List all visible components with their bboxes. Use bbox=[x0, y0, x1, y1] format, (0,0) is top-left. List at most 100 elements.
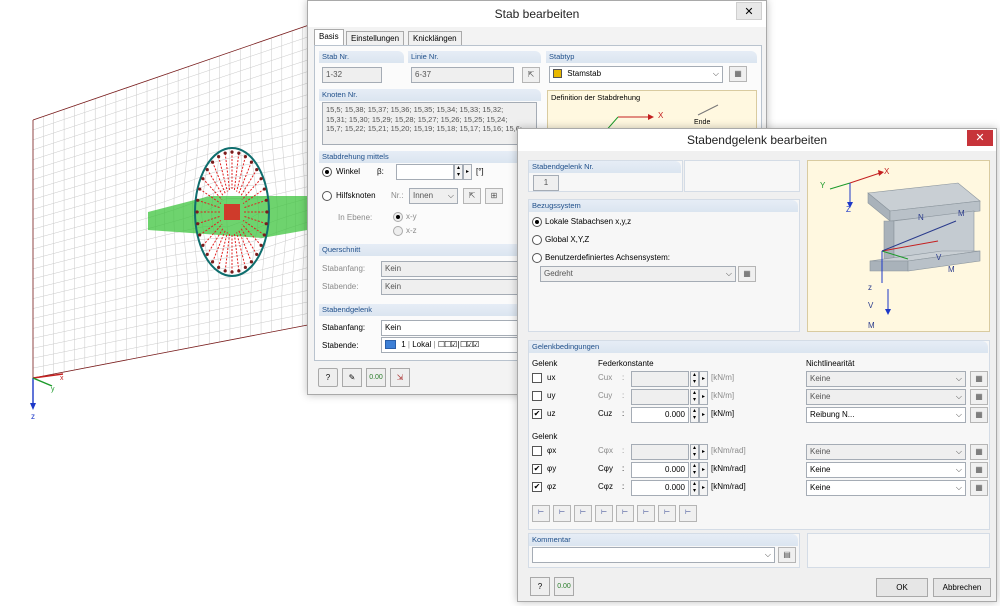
release-φz-checkbox[interactable]: ✔ bbox=[532, 482, 542, 492]
hinge-node bbox=[264, 222, 268, 226]
linie-pick-button[interactable]: ⇱ bbox=[522, 67, 540, 83]
spring-uy-spinner: ▴ ▾ bbox=[690, 389, 699, 405]
benutzer-radio[interactable] bbox=[532, 253, 542, 263]
knoten-line-3: 15,7; 15,22; 15,21; 15,20; 15,19; 15,18;… bbox=[326, 124, 522, 133]
nonlinearity-φx-edit-button: ▦ bbox=[970, 444, 988, 460]
release-preset-3-button[interactable]: ⊢ bbox=[574, 505, 592, 522]
spring-φy-unit: [kNm/rad] bbox=[711, 464, 746, 473]
gedreht-value: Gedreht bbox=[544, 269, 573, 278]
nonlinearity-uz-select[interactable]: Reibung N... ⌵ bbox=[806, 407, 966, 423]
spring-φz-input[interactable]: 0.000 bbox=[631, 480, 689, 496]
nonlinearity-φz-select[interactable]: Keine ⌵ bbox=[806, 480, 966, 496]
qs-stabende-label: Stabende: bbox=[322, 282, 359, 291]
kommentar-side-panel bbox=[807, 533, 990, 568]
gelenk-dialog-title: Stabendgelenk bearbeiten bbox=[518, 129, 996, 151]
release-φy-checkbox[interactable]: ✔ bbox=[532, 464, 542, 474]
stabtyp-value: Stamstab bbox=[567, 69, 602, 78]
spring-φx-spinner: ▴ ▾ bbox=[690, 444, 699, 460]
global-radio[interactable] bbox=[532, 235, 542, 245]
release-preset-7-button[interactable]: ⊢ bbox=[658, 505, 676, 522]
hinge-node bbox=[230, 150, 234, 154]
nonlinearity-uz-edit-button[interactable]: ▦ bbox=[970, 407, 988, 423]
beta-spinner[interactable]: ▴ ▾ bbox=[454, 164, 463, 180]
edit-notes-button[interactable]: ✎ bbox=[342, 368, 362, 387]
spring-φy-colon: : bbox=[622, 464, 625, 473]
help-button[interactable]: ? bbox=[530, 577, 550, 596]
release-uz-checkbox[interactable]: ✔ bbox=[532, 409, 542, 419]
ok-button[interactable]: OK bbox=[876, 578, 928, 597]
release-φx-label: φx bbox=[547, 446, 557, 455]
col-feder-label: Federkonstante bbox=[598, 359, 654, 368]
nonlinearity-φy-select[interactable]: Keine ⌵ bbox=[806, 462, 966, 478]
qs-stabanfang-label: Stabanfang: bbox=[322, 264, 366, 273]
beta-input[interactable] bbox=[396, 164, 454, 180]
querschnitt-header: Querschnitt bbox=[319, 244, 541, 256]
bezug-header: Bezugssystem bbox=[529, 200, 798, 212]
gelenk-stabende-field[interactable]: 1 | Lokal | ☐☐☑ | ☐☑☑ bbox=[381, 337, 521, 353]
spring-φx-input bbox=[631, 444, 689, 460]
hinge-node bbox=[201, 177, 205, 181]
help-button[interactable]: ? bbox=[318, 368, 338, 387]
stabtyp-edit-button[interactable]: ▦ bbox=[729, 66, 747, 82]
kommentar-button[interactable]: ▤ bbox=[778, 547, 796, 563]
spring-uy-input bbox=[631, 389, 689, 405]
kommentar-input[interactable]: ⌵ bbox=[532, 547, 775, 563]
spring-φy-spinner[interactable]: ▴ ▾ bbox=[690, 462, 699, 478]
stab-close-button[interactable]: ✕ bbox=[736, 2, 762, 20]
xz-label: x-z bbox=[406, 226, 417, 235]
release-preset-2-button[interactable]: ⊢ bbox=[553, 505, 571, 522]
gelenk-close-button[interactable]: ✕ bbox=[967, 130, 993, 146]
hilfsknoten-new-button: ⊞ bbox=[485, 188, 503, 204]
spring-uz-colon: : bbox=[622, 409, 625, 418]
release-uy-checkbox[interactable] bbox=[532, 391, 542, 401]
hilfsknoten-radio[interactable] bbox=[322, 191, 332, 201]
release-preset-6-button[interactable]: ⊢ bbox=[637, 505, 655, 522]
winkel-radio[interactable] bbox=[322, 167, 332, 177]
spring-uz-input[interactable]: 0.000 bbox=[631, 407, 689, 423]
beta-arrow[interactable]: ▸ bbox=[463, 164, 472, 180]
nonlinearity-φz-edit-button[interactable]: ▦ bbox=[970, 480, 988, 496]
tab-basis[interactable]: Basis bbox=[314, 29, 344, 46]
release-preset-8-button[interactable]: ⊢ bbox=[679, 505, 697, 522]
preview-Vy: V bbox=[936, 253, 942, 262]
spring-uy-arrow: ▸ bbox=[699, 389, 708, 405]
preview-Vz: V bbox=[868, 301, 874, 310]
hinge-center bbox=[224, 204, 240, 220]
stabtyp-select[interactable]: Stamstab ⌵ bbox=[549, 66, 723, 83]
definition-ende: Ende bbox=[694, 119, 711, 126]
spring-φy-input[interactable]: 0.000 bbox=[631, 462, 689, 478]
lokal-radio[interactable] bbox=[532, 217, 542, 227]
beta-unit: [°] bbox=[476, 167, 484, 176]
spring-ux-unit: [kN/m] bbox=[711, 373, 735, 382]
release-ux-checkbox[interactable] bbox=[532, 373, 542, 383]
units-button[interactable]: 0.00 bbox=[366, 368, 386, 387]
release-uz-label: uz bbox=[547, 409, 556, 418]
gelenk-stabanfang-field[interactable]: Kein bbox=[381, 320, 521, 336]
xz-radio bbox=[393, 226, 403, 236]
spring-φz-arrow[interactable]: ▸ bbox=[699, 480, 708, 496]
gelenk-color-swatch bbox=[385, 340, 396, 350]
preview-MT: M bbox=[958, 209, 965, 218]
release-preset-5-button[interactable]: ⊢ bbox=[616, 505, 634, 522]
nonlinearity-φy-edit-button[interactable]: ▦ bbox=[970, 462, 988, 478]
tab-einstellungen[interactable]: Einstellungen bbox=[346, 31, 405, 46]
release-preset-4-button[interactable]: ⊢ bbox=[595, 505, 613, 522]
tab-knicklaengen[interactable]: Knicklängen bbox=[408, 31, 462, 46]
axis-label-x: x bbox=[60, 375, 64, 382]
hinge-node bbox=[210, 260, 215, 264]
innen-select: Innen ⌵ bbox=[409, 188, 458, 204]
units-button[interactable]: 0.00 bbox=[554, 577, 574, 596]
in-ebene-label: In Ebene: bbox=[338, 213, 373, 222]
spring-ux-arrow: ▸ bbox=[699, 371, 708, 387]
linie-nr-field: 6-37 bbox=[411, 67, 514, 83]
release-φx-checkbox[interactable] bbox=[532, 446, 542, 456]
spring-φz-spinner[interactable]: ▴ ▾ bbox=[690, 480, 699, 496]
chevron-down-icon: ⌵ bbox=[764, 550, 771, 559]
scale-button[interactable]: ⇲ bbox=[390, 368, 410, 387]
release-preset-1-button[interactable]: ⊢ bbox=[532, 505, 550, 522]
knoten-line-1: 15,5; 15,38; 15,37; 15,36; 15,35; 15,34;… bbox=[326, 105, 504, 114]
spring-φy-arrow[interactable]: ▸ bbox=[699, 462, 708, 478]
spring-uz-spinner[interactable]: ▴ ▾ bbox=[690, 407, 699, 423]
spring-uz-arrow[interactable]: ▸ bbox=[699, 407, 708, 423]
cancel-button[interactable]: Abbrechen bbox=[933, 578, 991, 597]
